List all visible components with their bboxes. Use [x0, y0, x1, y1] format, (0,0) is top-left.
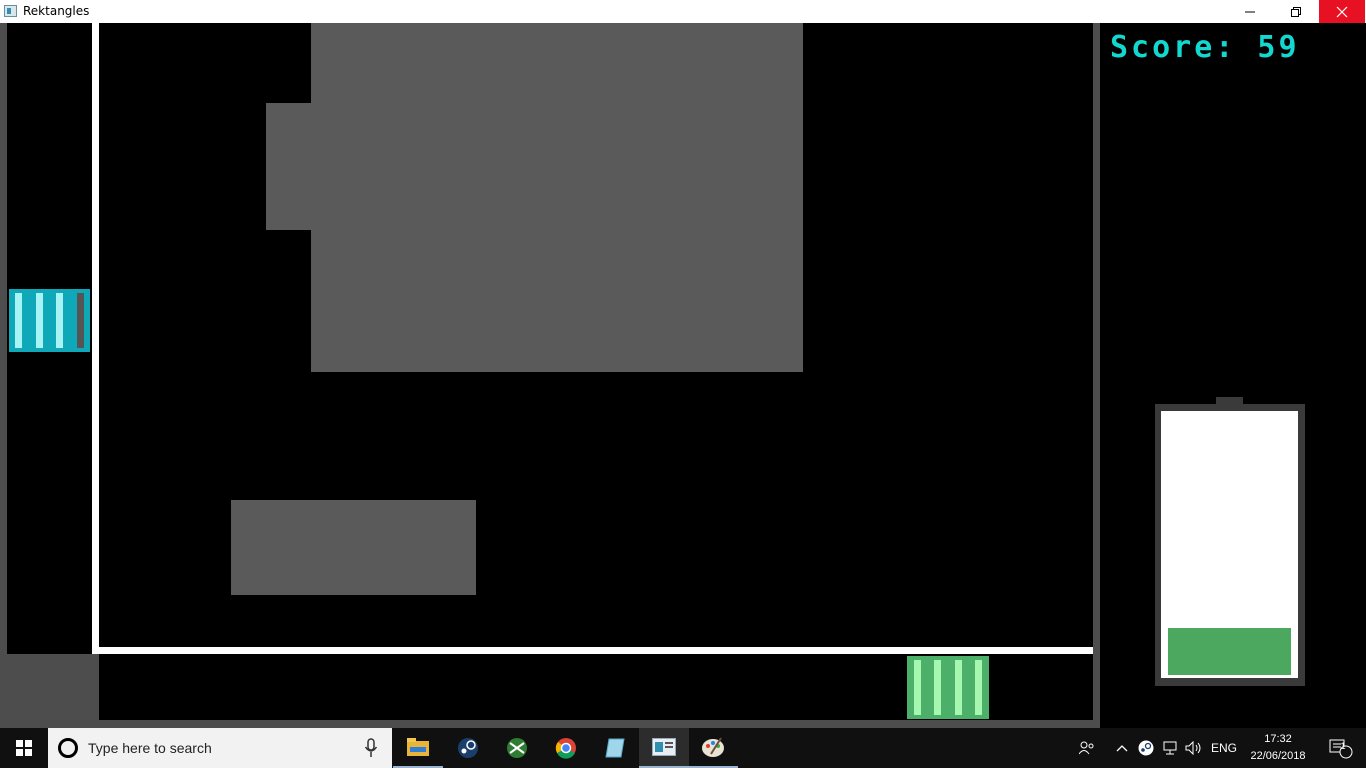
microphone-icon[interactable] [364, 738, 378, 758]
tray-network[interactable] [1159, 728, 1181, 768]
battery-level-fill [1168, 628, 1291, 675]
bottom-boundary-wall [92, 647, 1093, 654]
obstacle-rectangle [266, 103, 311, 230]
show-hidden-icons-button[interactable] [1112, 728, 1132, 768]
game-icon [507, 738, 527, 758]
paddle-handle [77, 293, 84, 348]
score-display: Score: 59 [1110, 30, 1300, 65]
taskbar-paint[interactable] [688, 728, 738, 768]
close-icon [1336, 6, 1348, 17]
people-button[interactable] [1074, 728, 1100, 768]
start-button[interactable] [0, 728, 48, 768]
app-window-icon [652, 738, 676, 756]
paint-icon [702, 737, 724, 757]
notepad-icon [605, 738, 625, 758]
paddle-stripe [914, 660, 921, 715]
paddle-stripe [56, 293, 63, 348]
paddle-stripe [975, 660, 982, 715]
obstacle-rectangle [311, 23, 803, 372]
window-title: Rektangles [23, 4, 90, 18]
taskbar-game-app[interactable] [492, 728, 542, 768]
steam-icon [458, 738, 478, 758]
volume-icon [1185, 741, 1201, 755]
restore-icon [1291, 6, 1301, 17]
notification-count: 1 [1340, 741, 1346, 751]
tray-clock[interactable]: 17:32 22/06/2018 [1244, 731, 1312, 765]
bottom-paddle[interactable] [907, 656, 989, 719]
taskbar-file-explorer[interactable] [393, 728, 443, 768]
network-icon [1163, 741, 1177, 755]
app-icon [4, 5, 17, 17]
taskbar-chrome[interactable] [541, 728, 591, 768]
left-paddle[interactable] [9, 289, 90, 352]
obstacle-rectangle [231, 500, 476, 595]
steam-icon [1138, 740, 1154, 756]
chrome-icon [555, 738, 576, 759]
chevron-up-icon [1116, 745, 1128, 752]
clock-date: 22/06/2018 [1250, 750, 1306, 762]
action-center-button[interactable]: 1 [1318, 728, 1362, 768]
paddle-stripe [934, 660, 941, 715]
taskbar-notepad[interactable] [590, 728, 640, 768]
file-explorer-icon [407, 738, 429, 756]
taskbar-rektangles-window[interactable] [639, 728, 689, 768]
people-icon [1079, 741, 1094, 755]
paddle-stripe [36, 293, 43, 348]
restore-button[interactable] [1273, 0, 1319, 23]
tray-language[interactable]: ENG [1207, 728, 1241, 768]
paddle-stripe [15, 293, 22, 348]
search-placeholder[interactable]: Type here to search [88, 740, 212, 756]
tray-volume[interactable] [1183, 728, 1205, 768]
left-boundary-wall [92, 23, 99, 654]
window-titlebar[interactable] [0, 0, 1366, 23]
minimize-icon [1245, 11, 1255, 12]
tray-steam[interactable] [1136, 728, 1156, 768]
corner-block [0, 654, 99, 728]
cortana-icon[interactable] [58, 738, 78, 758]
close-button[interactable] [1319, 0, 1365, 23]
clock-time: 17:32 [1264, 733, 1292, 745]
taskbar-steam[interactable] [443, 728, 493, 768]
windows-start-icon [16, 740, 32, 756]
minimize-button[interactable] [1227, 0, 1273, 23]
paddle-stripe [955, 660, 962, 715]
